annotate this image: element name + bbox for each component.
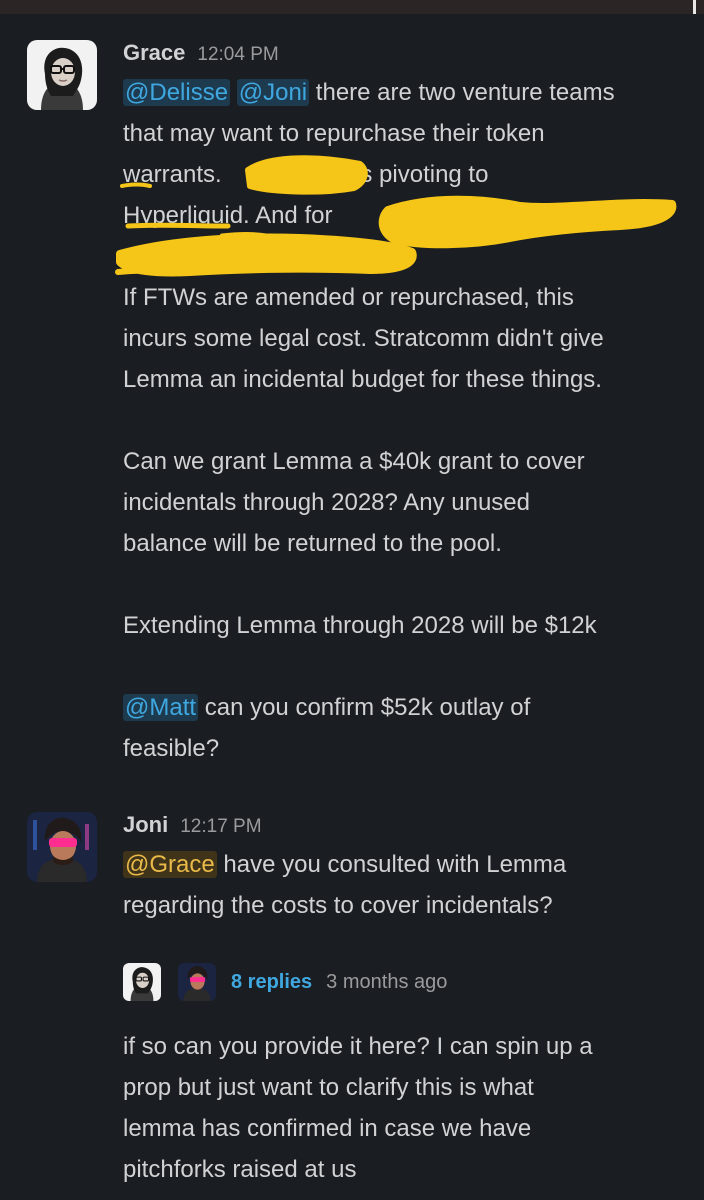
message-line: If FTWs are amended or repurchased, this [123,284,574,311]
thread-replies-link[interactable]: 8 replies [231,971,312,994]
grace-avatar-image [27,40,97,110]
message-line: pitchforks raised at us [123,1156,357,1183]
message-line: feasible? [123,735,220,762]
message-line: @Grace have you consulted with Lemma [123,844,683,885]
message-text: there are two venture teams [315,79,615,106]
message-header: Joni 12:17 PM [123,812,262,846]
message-line: incidentals through 2028? Any unused [123,489,530,516]
message-text: warrants. [123,161,229,188]
message-text: is pivoting to [348,161,489,188]
mention-delisse[interactable]: @Delisse [123,79,231,106]
message-body: @Grace have you consulted with Lemma reg… [123,844,683,926]
message-line: Can we grant Lemma a $40k grant to cover [123,448,585,475]
message-text: Hyperliquid. And for [123,202,333,229]
message-body: @Delisse @Joni there are two venture tea… [123,72,683,769]
timestamp[interactable]: 12:17 PM [180,816,261,838]
mention-grace[interactable]: @Grace [123,851,217,878]
thread-summary[interactable]: 8 replies 3 months ago [123,962,447,1002]
message-text: can you confirm $52k outlay of [204,694,531,721]
message-line: lemma has confirmed in case we have [123,1115,532,1142]
joni-avatar-image [27,812,97,882]
message-line: that may want to repurchase their token [123,120,545,147]
message-line: regarding the costs to cover incidentals… [123,892,553,919]
message-line [123,236,683,277]
message-line: Extending Lemma through 2028 will be $12… [123,612,597,639]
mention-matt[interactable]: @Matt [123,694,199,721]
message-line: Hyperliquid. And for [123,195,683,236]
status-bar-edge [693,0,696,14]
thread-avatar-joni [178,963,216,1001]
message-line: Lemma an incidental budget for these thi… [123,366,602,393]
message-line: balance will be returned to the pool. [123,530,502,557]
timestamp[interactable]: 12:04 PM [197,44,278,66]
message-body: if so can you provide it here? I can spi… [123,1026,683,1190]
status-bar [0,0,704,14]
avatar-grace[interactable] [27,40,97,110]
message-header: Grace 12:04 PM [123,40,279,74]
author-name[interactable]: Joni [123,812,168,838]
message-line: prop but just want to clarify this is wh… [123,1074,534,1101]
message-line: incurs some legal cost. Stratcomm didn't… [123,325,604,352]
message-line: if so can you provide it here? I can spi… [123,1033,593,1060]
message-text: have you consulted with Lemma [223,851,567,878]
thread-avatar-grace [123,963,161,1001]
message-line: @Delisse @Joni there are two venture tea… [123,72,683,113]
message-line: warrants. is pivoting to [123,154,683,195]
avatar-joni[interactable] [27,812,97,882]
message-line: @Matt can you confirm $52k outlay of [123,687,683,728]
thread-last-reply: 3 months ago [326,970,448,993]
mention-joni[interactable]: @Joni [236,79,310,106]
author-name[interactable]: Grace [123,40,185,66]
